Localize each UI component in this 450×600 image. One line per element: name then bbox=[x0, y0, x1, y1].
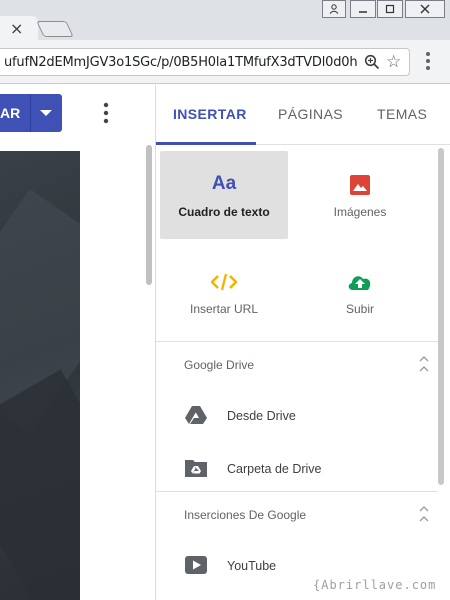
code-icon bbox=[211, 273, 237, 291]
tile-label: Imágenes bbox=[333, 205, 387, 219]
watermark: {Abrirllave.com bbox=[313, 578, 437, 592]
tile-embed-url[interactable]: Insertar URL bbox=[160, 249, 288, 337]
editor-scrollbar[interactable] bbox=[146, 145, 152, 285]
section-divider bbox=[156, 491, 438, 492]
zoom-icon[interactable] bbox=[364, 54, 380, 70]
publish-dropdown-icon[interactable] bbox=[40, 110, 52, 116]
tab-insertar[interactable]: INSERTAR bbox=[173, 106, 247, 122]
minimize-icon[interactable] bbox=[350, 0, 376, 18]
tile-upload[interactable]: Subir bbox=[296, 249, 424, 337]
drive-folder-icon bbox=[185, 460, 207, 477]
page-canvas-preview[interactable] bbox=[0, 151, 80, 600]
publish-label: AR bbox=[0, 105, 21, 121]
new-tab-button[interactable] bbox=[36, 21, 74, 37]
address-bar[interactable]: ufufN2dEMmJGV3o1SGc/p/0B5H0la1TMfufX3dTV… bbox=[0, 48, 410, 76]
section-title-google-inserts: Inserciones De Google bbox=[184, 508, 307, 522]
section-divider bbox=[156, 341, 438, 342]
user-icon[interactable] bbox=[322, 0, 346, 18]
browser-toolbar: ufufN2dEMmJGV3o1SGc/p/0B5H0la1TMfufX3dTV… bbox=[0, 40, 450, 84]
image-icon bbox=[350, 175, 370, 195]
editor-area: AR bbox=[0, 85, 155, 600]
active-tab-indicator bbox=[156, 142, 256, 145]
list-item-youtube[interactable]: YouTube bbox=[227, 559, 276, 573]
section-title-google-drive: Google Drive bbox=[184, 358, 255, 372]
url-text[interactable]: ufufN2dEMmJGV3o1SGc/p/0B5H0la1TMfufX3dTV… bbox=[4, 55, 358, 70]
tile-label: Cuadro de texto bbox=[178, 205, 270, 219]
insert-panel: INSERTAR PÁGINAS TEMAS Aa Cuadro de text… bbox=[155, 85, 450, 600]
collapse-icon[interactable] bbox=[418, 505, 430, 523]
list-item-desde-drive[interactable]: Desde Drive bbox=[227, 409, 296, 423]
tile-text-box[interactable]: Aa Cuadro de texto bbox=[160, 151, 288, 239]
more-options-icon[interactable] bbox=[98, 101, 114, 125]
close-icon[interactable] bbox=[405, 0, 445, 18]
tab-temas[interactable]: TEMAS bbox=[377, 106, 427, 122]
maximize-icon[interactable] bbox=[377, 0, 403, 18]
tile-images[interactable]: Imágenes bbox=[296, 151, 424, 239]
publish-separator bbox=[30, 94, 31, 132]
panel-tabs: INSERTAR PÁGINAS TEMAS bbox=[156, 85, 450, 145]
youtube-icon bbox=[185, 556, 207, 574]
collapse-icon[interactable] bbox=[418, 355, 430, 373]
tab-paginas[interactable]: PÁGINAS bbox=[278, 106, 343, 122]
tab-close-icon[interactable]: × bbox=[10, 19, 23, 38]
cloud-upload-icon bbox=[348, 276, 371, 290]
drive-icon bbox=[185, 406, 207, 424]
publish-button[interactable]: AR bbox=[0, 94, 62, 132]
panel-scrollbar[interactable] bbox=[438, 148, 444, 485]
tile-label: Insertar URL bbox=[189, 302, 259, 316]
list-item-carpeta-drive[interactable]: Carpeta de Drive bbox=[227, 462, 322, 476]
menu-dots-icon[interactable] bbox=[420, 50, 436, 72]
star-icon[interactable]: ☆ bbox=[386, 52, 401, 72]
browser-titlebar: × bbox=[0, 0, 450, 42]
background-shape bbox=[0, 369, 80, 600]
tile-label: Subir bbox=[345, 302, 374, 316]
text-box-icon: Aa bbox=[211, 173, 237, 194]
